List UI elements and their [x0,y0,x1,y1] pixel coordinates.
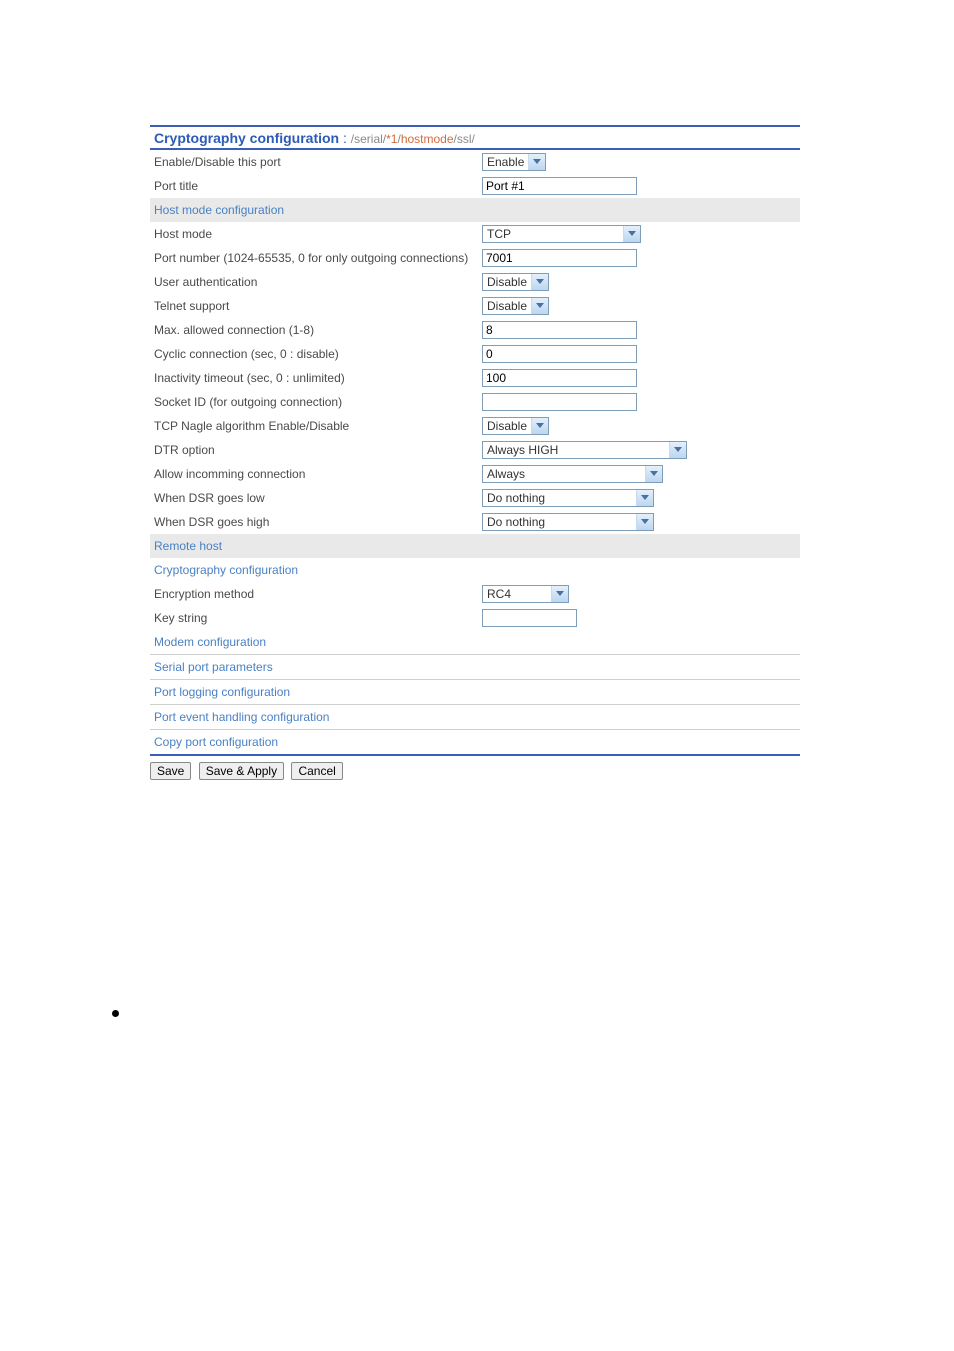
chevron-down-icon [528,154,545,170]
enable-port-label: Enable/Disable this port [150,150,478,174]
dtr-label: DTR option [150,438,478,462]
title-main: Cryptography configuration [154,130,339,146]
save-button[interactable]: Save [150,762,191,780]
port-title-input[interactable] [482,177,637,195]
host-mode-label: Host mode [150,222,478,246]
cyclic-label: Cyclic connection (sec, 0 : disable) [150,342,478,366]
enable-port-select[interactable]: Enable [482,153,546,171]
allowin-label: Allow incomming connection [150,462,478,486]
nav-logging[interactable]: Port logging configuration [154,685,290,699]
host-mode-select[interactable]: TCP [482,225,641,243]
breadcrumb: /serial/*1/hostmode/ssl/ [351,132,475,146]
port-title-label: Port title [150,174,478,198]
user-auth-label: User authentication [150,270,478,294]
chevron-down-icon [636,490,653,506]
chevron-down-icon [531,298,548,314]
nav-serial-params[interactable]: Serial port parameters [154,660,273,674]
dsrhigh-label: When DSR goes high [150,510,478,534]
cancel-button[interactable]: Cancel [291,762,342,780]
max-conn-label: Max. allowed connection (1-8) [150,318,478,342]
max-conn-input[interactable] [482,321,637,339]
bullet-icon [112,1010,119,1017]
nav-copy[interactable]: Copy port configuration [154,735,278,749]
enc-method-label: Encryption method [150,582,478,606]
allowin-select[interactable]: Always [482,465,663,483]
inactivity-input[interactable] [482,369,637,387]
inactivity-label: Inactivity timeout (sec, 0 : unlimited) [150,366,478,390]
keystr-label: Key string [150,606,478,630]
port-number-label: Port number (1024-65535, 0 for only outg… [150,246,478,270]
cyclic-input[interactable] [482,345,637,363]
keystr-input[interactable] [482,609,577,627]
nagle-select[interactable]: Disable [482,417,549,435]
chevron-down-icon [645,466,662,482]
dsrlow-label: When DSR goes low [150,486,478,510]
chevron-down-icon [636,514,653,530]
telnet-select[interactable]: Disable [482,297,549,315]
remote-host-section[interactable]: Remote host [154,539,222,553]
chevron-down-icon [531,418,548,434]
chevron-down-icon [551,586,568,602]
user-auth-select[interactable]: Disable [482,273,549,291]
dsrhigh-select[interactable]: Do nothing [482,513,654,531]
dtr-select[interactable]: Always HIGH [482,441,687,459]
telnet-label: Telnet support [150,294,478,318]
modem-section[interactable]: Modem configuration [154,635,266,649]
host-mode-section[interactable]: Host mode configuration [154,203,284,217]
chevron-down-icon [623,226,640,242]
port-number-input[interactable] [482,249,637,267]
socketid-label: Socket ID (for outgoing connection) [150,390,478,414]
save-apply-button[interactable]: Save & Apply [199,762,284,780]
enc-method-select[interactable]: RC4 [482,585,569,603]
page-title: Cryptography configuration : /serial/*1/… [150,129,800,150]
chevron-down-icon [669,442,686,458]
crypto-section[interactable]: Cryptography configuration [154,563,298,577]
socketid-input[interactable] [482,393,637,411]
chevron-down-icon [531,274,548,290]
nagle-label: TCP Nagle algorithm Enable/Disable [150,414,478,438]
dsrlow-select[interactable]: Do nothing [482,489,654,507]
nav-event[interactable]: Port event handling configuration [154,710,329,724]
